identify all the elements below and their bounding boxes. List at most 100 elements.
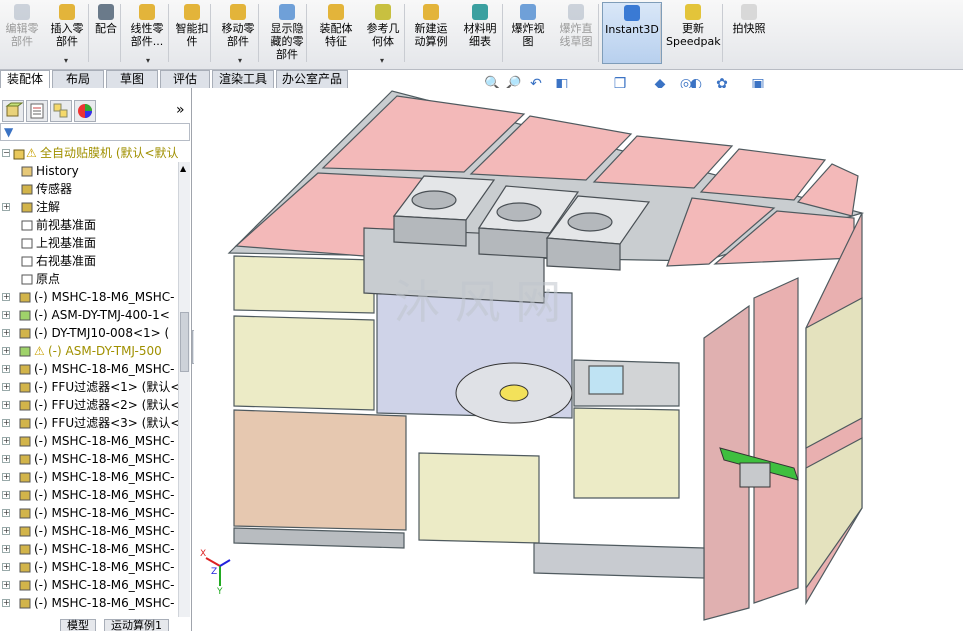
ribbon-button-2[interactable]: 配合 — [92, 2, 120, 64]
scroll-up-arrow-icon[interactable]: ▲ — [180, 164, 189, 174]
ribbon-button-10[interactable]: 材料明 细表 — [458, 2, 502, 64]
expand-toggle-icon[interactable]: + — [2, 437, 10, 445]
tree-item[interactable]: History — [0, 162, 178, 180]
tree-item-label: (-) FFU过滤器<3> (默认< — [34, 416, 178, 430]
tab-3[interactable]: 评估 — [160, 70, 210, 88]
tree-item-label: (-) MSHC-18-M6_MSHC- — [34, 452, 175, 466]
expand-toggle-icon[interactable]: + — [2, 293, 10, 301]
part-icon — [19, 472, 31, 483]
expand-toggle-icon[interactable]: + — [2, 419, 10, 427]
expand-toggle-icon[interactable]: + — [2, 563, 10, 571]
bom-icon — [472, 4, 488, 20]
expand-toggle-icon[interactable]: + — [2, 347, 10, 355]
expand-toggle-icon[interactable]: + — [2, 401, 10, 409]
ribbon-button-label: 特征 — [325, 35, 347, 48]
tree-item[interactable]: + (-) MSHC-18-M6_MSHC- — [0, 576, 178, 594]
tree-root[interactable]: − ⚠ 全自动贴膜机 (默认<默认 — [0, 144, 178, 162]
ribbon-button-label: 何体 — [372, 35, 394, 48]
tree-item[interactable]: + (-) FFU过滤器<3> (默认< — [0, 414, 178, 432]
tab-4[interactable]: 渲染工具 — [212, 70, 274, 88]
expand-toggle-icon[interactable]: + — [2, 365, 10, 373]
expand-panel-chevron-icon[interactable]: » — [176, 102, 185, 118]
ribbon-button-13[interactable]: Instant3D — [602, 2, 662, 64]
plane-icon — [21, 256, 33, 267]
ribbon-button-4[interactable]: 智能扣件 — [172, 2, 212, 64]
tree-item[interactable]: + (-) MSHC-18-M6_MSHC- — [0, 432, 178, 450]
tree-item[interactable]: + (-) FFU过滤器<1> (默认< — [0, 378, 178, 396]
linear-pattern-icon — [139, 4, 155, 20]
ribbon-button-label: 爆炸视 — [511, 22, 545, 35]
tree-item[interactable]: + (-) MSHC-18-M6_MSHC- — [0, 468, 178, 486]
ribbon-button-3[interactable]: 线性零 部件... — [124, 2, 170, 64]
dropdown-arrow-icon[interactable]: ▾ — [380, 56, 384, 65]
tree-item[interactable]: 上视基准面 — [0, 234, 178, 252]
tree-item[interactable]: 传感器 — [0, 180, 178, 198]
tab-2[interactable]: 草图 — [106, 70, 158, 88]
tree-item[interactable]: + 注解 — [0, 198, 178, 216]
ribbon-button-1[interactable]: 插入零 部件 — [46, 2, 88, 64]
graphics-viewport[interactable]: 沐 风 网 X Y Z — [194, 88, 963, 631]
ribbon-button-6[interactable]: 显示隐 藏的零 部件 — [264, 2, 310, 64]
ribbon-button-8[interactable]: 参考几 何体 — [362, 2, 404, 64]
tree-item[interactable]: + (-) FFU过滤器<2> (默认< — [0, 396, 178, 414]
expand-toggle-icon[interactable]: + — [2, 383, 10, 391]
expand-toggle-icon[interactable]: + — [2, 509, 10, 517]
tree-item[interactable]: + (-) MSHC-18-M6_MSHC- — [0, 288, 178, 306]
ribbon-button-12[interactable]: 爆炸直 线草图 — [554, 2, 598, 64]
configuration-manager-tab[interactable] — [50, 100, 72, 122]
collapse-toggle-icon[interactable]: − — [2, 149, 10, 157]
dropdown-arrow-icon[interactable]: ▾ — [238, 56, 242, 65]
expand-toggle-icon[interactable]: + — [2, 581, 10, 589]
ribbon-button-5[interactable]: 移动零 部件 — [216, 2, 260, 64]
tree-item[interactable]: + (-) MSHC-18-M6_MSHC- — [0, 558, 178, 576]
display-manager-tab[interactable] — [74, 100, 96, 122]
expand-toggle-icon[interactable]: + — [2, 545, 10, 553]
expand-toggle-icon[interactable]: + — [2, 203, 10, 211]
tree-item-label: 右视基准面 — [36, 254, 97, 268]
tree-item[interactable]: + (-) ASM-DY-TMJ-400-1< — [0, 306, 178, 324]
expand-toggle-icon[interactable]: + — [2, 473, 10, 481]
feature-tree-tab[interactable] — [2, 100, 24, 122]
tree-item[interactable]: 原点 — [0, 270, 178, 288]
expand-toggle-icon[interactable]: + — [2, 455, 10, 463]
tree-item[interactable]: + (-) MSHC-18-M6_MSHC- — [0, 594, 178, 612]
expand-toggle-icon[interactable]: + — [2, 329, 10, 337]
conveyor-end — [739, 462, 771, 488]
tree-filter-field[interactable]: ▼ — [0, 123, 190, 141]
bottom-tab-0[interactable]: 模型 — [60, 619, 96, 632]
scroll-thumb[interactable] — [180, 312, 189, 372]
property-manager-tab[interactable] — [26, 100, 48, 122]
tree-item[interactable]: + ⚠ (-) ASM-DY-TMJ-500 — [0, 342, 178, 360]
tab-1[interactable]: 布局 — [52, 70, 104, 88]
dropdown-arrow-icon[interactable]: ▾ — [64, 56, 68, 65]
expand-toggle-icon[interactable]: + — [2, 311, 10, 319]
tree-scrollbar[interactable]: ▲ — [178, 162, 190, 617]
ribbon-button-14[interactable]: 更新 Speedpak — [666, 2, 721, 64]
tree-item[interactable]: + (-) MSHC-18-M6_MSHC- — [0, 540, 178, 558]
ribbon-button-label: 线草图 — [559, 35, 593, 48]
part-icon — [19, 454, 31, 465]
expand-toggle-icon[interactable]: + — [2, 527, 10, 535]
ribbon-button-0[interactable]: 编辑零 部件 — [2, 2, 42, 64]
triad-z-label: Z — [211, 567, 217, 577]
ribbon-button-7[interactable]: 装配体 特征 — [314, 2, 358, 64]
base-rail — [533, 542, 705, 579]
ribbon-button-15[interactable]: 拍快照 — [728, 2, 770, 64]
bottom-tab-1[interactable]: 运动算例1 — [104, 619, 169, 632]
tree-item[interactable]: + (-) MSHC-18-M6_MSHC- — [0, 486, 178, 504]
dropdown-arrow-icon[interactable]: ▾ — [146, 56, 150, 65]
ribbon-button-9[interactable]: 新建运 动算例 — [410, 2, 452, 64]
ribbon-separator — [502, 4, 503, 62]
tree-item[interactable]: 前视基准面 — [0, 216, 178, 234]
ribbon-button-11[interactable]: 爆炸视图 — [508, 2, 548, 64]
tab-5[interactable]: 办公室产品 — [276, 70, 348, 88]
tree-item[interactable]: + (-) DY-TMJ10-008<1> ( — [0, 324, 178, 342]
expand-toggle-icon[interactable]: + — [2, 599, 10, 607]
tree-item[interactable]: 右视基准面 — [0, 252, 178, 270]
tab-0[interactable]: 装配体 — [0, 70, 50, 88]
tree-item[interactable]: + (-) MSHC-18-M6_MSHC- — [0, 450, 178, 468]
tree-item[interactable]: + (-) MSHC-18-M6_MSHC- — [0, 504, 178, 522]
tree-item[interactable]: + (-) MSHC-18-M6_MSHC- — [0, 522, 178, 540]
tree-item[interactable]: + (-) MSHC-18-M6_MSHC- — [0, 360, 178, 378]
expand-toggle-icon[interactable]: + — [2, 491, 10, 499]
